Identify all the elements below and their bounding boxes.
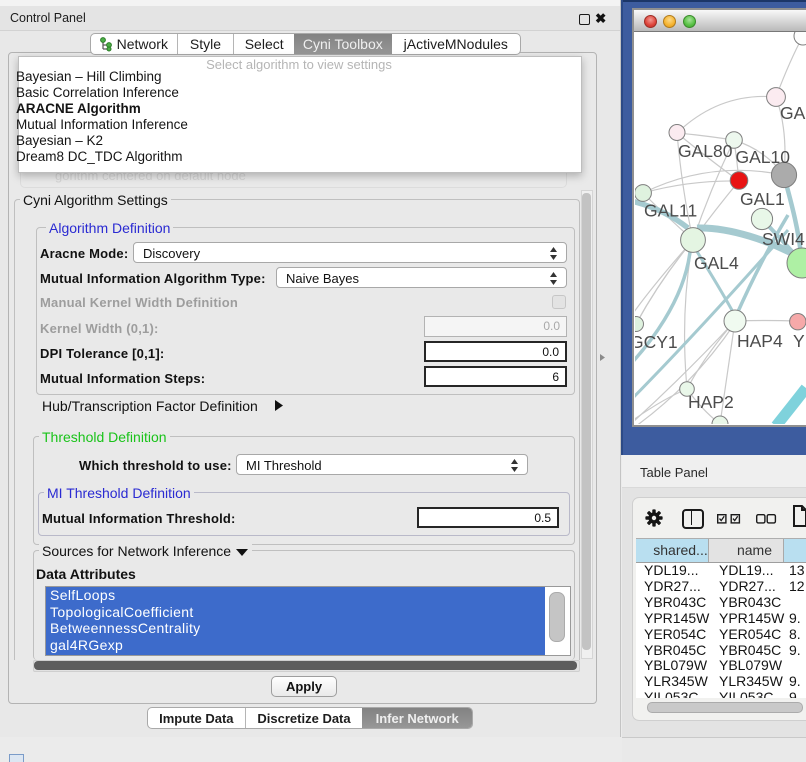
svg-text:GAL1: GAL1 bbox=[740, 189, 785, 209]
svg-text:HAP4: HAP4 bbox=[737, 331, 783, 351]
svg-text:HAP2: HAP2 bbox=[688, 392, 734, 412]
svg-text:GAL11: GAL11 bbox=[644, 201, 697, 221]
svg-text:GCY1: GCY1 bbox=[635, 332, 678, 352]
svg-text:GAL80: GAL80 bbox=[678, 141, 733, 161]
svg-text:Y: Y bbox=[793, 331, 805, 351]
svg-text:GAL10: GAL10 bbox=[736, 147, 791, 167]
svg-text:SWI4: SWI4 bbox=[762, 229, 805, 249]
svg-text:GAL: GAL bbox=[780, 103, 806, 123]
svg-text:GAL4: GAL4 bbox=[694, 253, 739, 273]
